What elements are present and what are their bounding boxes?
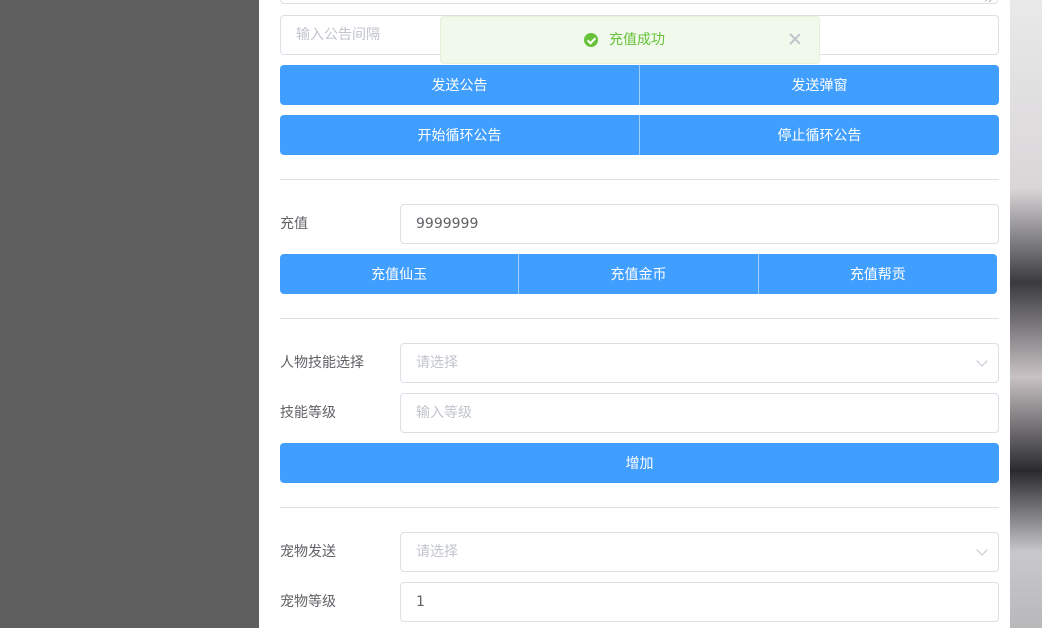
background-artwork	[1010, 0, 1042, 628]
recharge-amount-input[interactable]	[401, 205, 998, 243]
section-divider	[280, 318, 999, 319]
success-toast: 充值成功	[440, 16, 820, 64]
admin-panel: 发送公告 发送弹窗 开始循环公告 停止循环公告 充值 充值仙玉 充值金币 充值帮…	[259, 0, 1010, 628]
recharge-amount-wrapper[interactable]	[400, 204, 999, 244]
skill-level-label: 技能等级	[280, 405, 336, 421]
announcement-textarea[interactable]	[280, 0, 998, 4]
resize-handle-icon[interactable]	[985, 0, 993, 2]
recharge-guild-button[interactable]: 充值帮贡	[757, 254, 997, 294]
send-announcement-button[interactable]: 发送公告	[280, 65, 639, 105]
add-skill-button[interactable]: 增加	[280, 443, 999, 483]
add-skill-group: 增加	[280, 443, 999, 483]
recharge-jade-button[interactable]: 充值仙玉	[280, 254, 519, 294]
pet-level-wrapper[interactable]	[400, 582, 999, 622]
recharge-gold-button[interactable]: 充值金币	[518, 254, 758, 294]
skill-select-input[interactable]	[401, 344, 998, 382]
recharge-button-group: 充值仙玉 充值金币 充值帮贡	[280, 254, 997, 294]
pet-select[interactable]	[400, 532, 999, 572]
announcement-send-group: 发送公告 发送弹窗	[280, 65, 999, 105]
pet-send-label: 宠物发送	[280, 544, 336, 560]
section-divider	[280, 179, 999, 180]
toast-message: 充值成功	[609, 32, 665, 48]
skill-level-input[interactable]	[401, 394, 998, 432]
pet-level-input[interactable]	[401, 583, 998, 621]
start-loop-announcement-button[interactable]: 开始循环公告	[280, 115, 639, 155]
pet-level-label: 宠物等级	[280, 594, 336, 610]
skill-level-wrapper[interactable]	[400, 393, 999, 433]
section-divider	[280, 507, 999, 508]
stop-loop-announcement-button[interactable]: 停止循环公告	[639, 115, 999, 155]
success-check-icon	[584, 33, 598, 47]
skill-select[interactable]	[400, 343, 999, 383]
skill-select-label: 人物技能选择	[280, 355, 364, 371]
send-popup-button[interactable]: 发送弹窗	[639, 65, 999, 105]
pet-select-input[interactable]	[401, 533, 998, 571]
close-icon[interactable]	[787, 31, 803, 47]
recharge-label: 充值	[280, 216, 308, 232]
announcement-loop-group: 开始循环公告 停止循环公告	[280, 115, 999, 155]
